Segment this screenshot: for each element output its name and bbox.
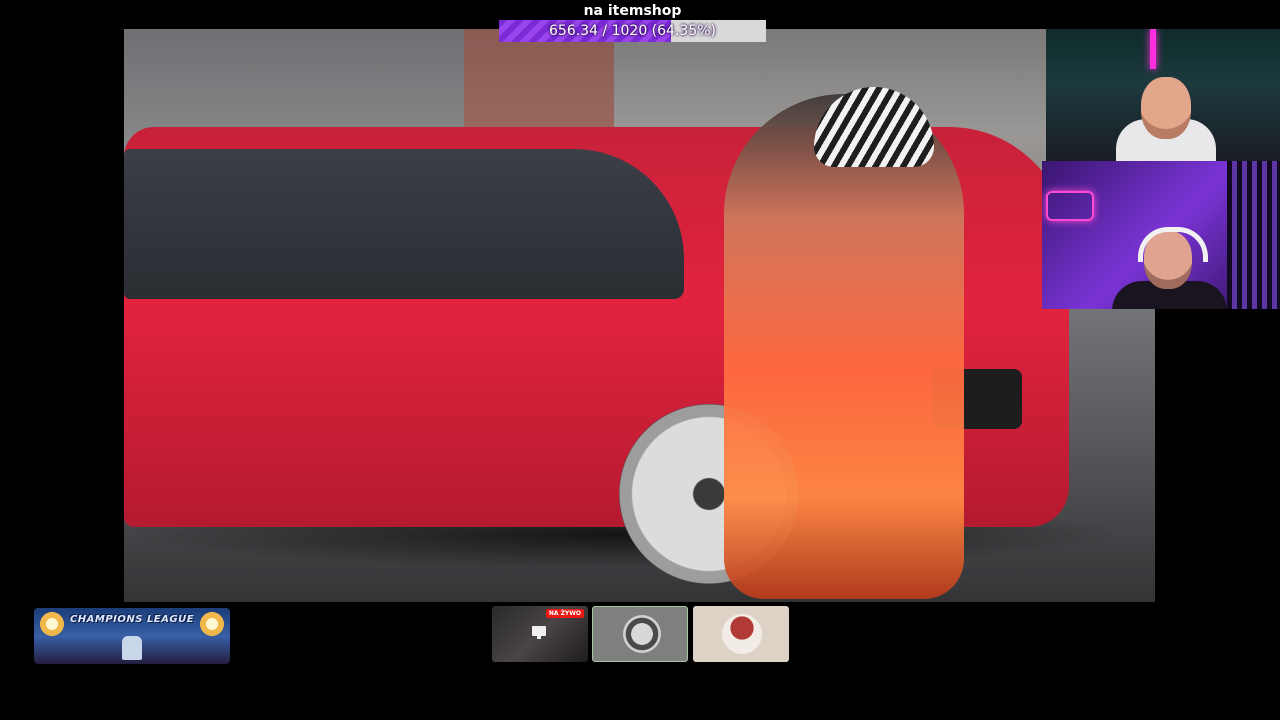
goal-title: na itemshop — [583, 3, 682, 19]
main-video[interactable] — [124, 29, 1155, 602]
car-avatar — [623, 615, 661, 653]
webcam-person-head — [1141, 77, 1191, 139]
goal-progress-bar: 656.34 / 1020 (64.35%) — [499, 20, 766, 42]
thumbnail-live[interactable]: NA ŻYWO — [492, 606, 588, 662]
webcam-streamer-2 — [1042, 161, 1280, 309]
thumbnail-person[interactable] — [693, 606, 789, 662]
stream-scene: na itemshop 656.34 / 1020 (64.35%) CHAMP… — [0, 0, 1280, 720]
goal-progress-text: 656.34 / 1020 (64.35%) — [549, 23, 716, 39]
headphones-icon — [1138, 227, 1208, 262]
live-badge: NA ŻYWO — [545, 609, 584, 618]
screen-icon — [532, 626, 546, 639]
champions-league-banner: CHAMPIONS LEAGUE — [34, 608, 230, 664]
neon-sign — [1046, 191, 1094, 221]
banner-text: CHAMPIONS LEAGUE — [69, 614, 195, 625]
video-dancer — [724, 94, 964, 599]
trophy-icon — [122, 636, 142, 660]
person-avatar — [722, 614, 762, 654]
webcam-streamer-1 — [1046, 29, 1280, 161]
neon-light — [1150, 29, 1156, 69]
goal-widget: na itemshop 656.34 / 1020 (64.35%) — [499, 2, 766, 42]
video-car-window — [124, 149, 684, 299]
thumbnail-car[interactable] — [592, 606, 688, 662]
wall-panels — [1227, 161, 1280, 309]
